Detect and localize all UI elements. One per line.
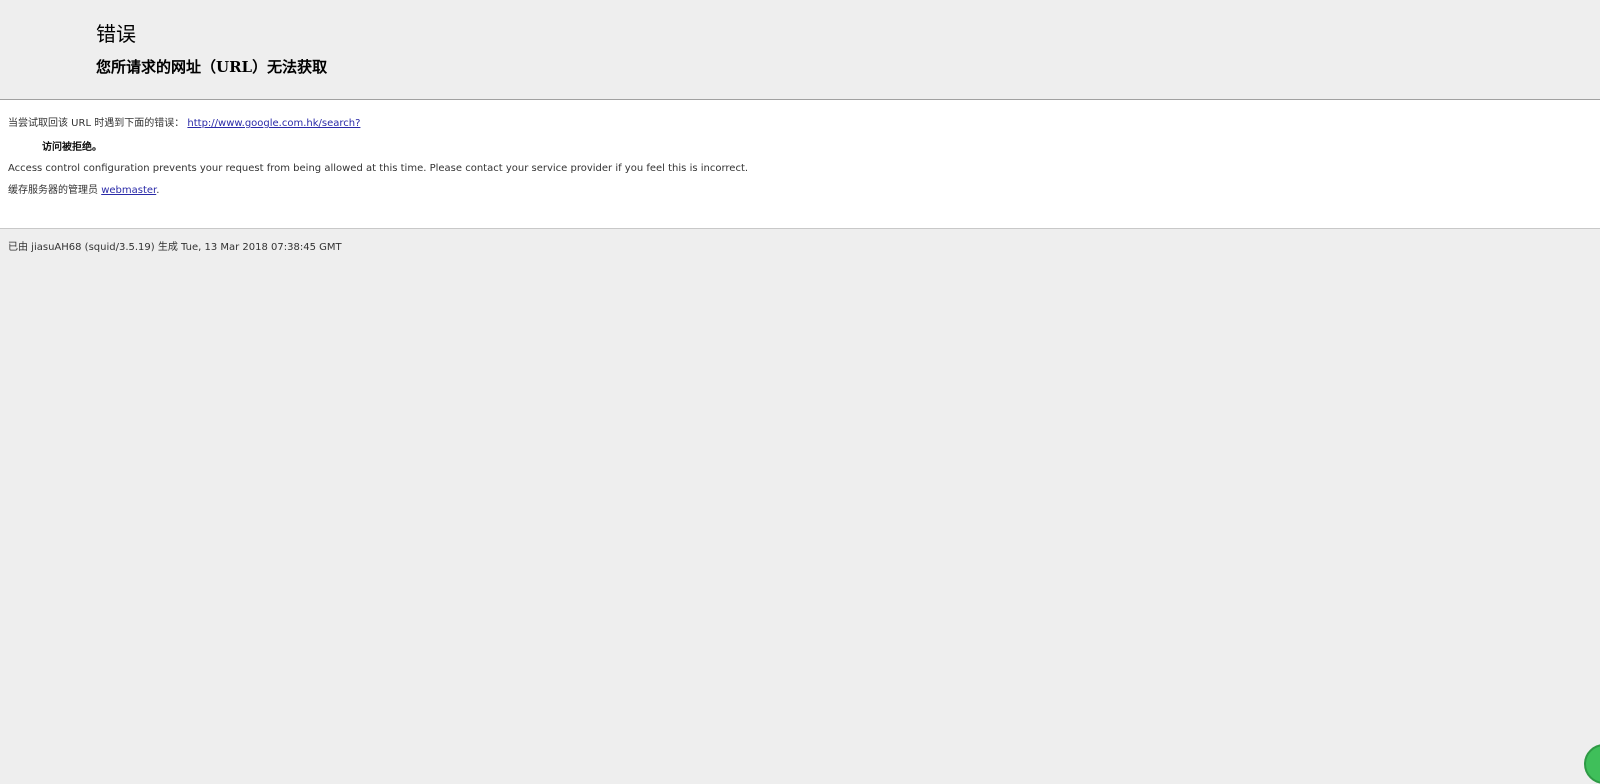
page-header: 错误 您所请求的网址（URL）无法获取 [96, 18, 327, 82]
error-intro-text: 当尝试取回该 URL 时遇到下面的错误： [8, 118, 185, 129]
admin-contact-line: 缓存服务器的管理员 webmaster. [8, 184, 159, 198]
error-content: 当尝试取回该 URL 时遇到下面的错误： http://www.google.c… [0, 99, 1600, 229]
error-title: 访问被拒绝。 [42, 142, 102, 153]
error-description: Access control configuration prevents yo… [8, 163, 749, 174]
error-intro-line: 当尝试取回该 URL 时遇到下面的错误： http://www.google.c… [8, 117, 360, 131]
admin-suffix-text: . [156, 185, 160, 196]
page-subtitle: 您所请求的网址（URL）无法获取 [96, 58, 328, 76]
footer-generated-info: 已由 jiasuAH68 (squid/3.5.19) 生成 Tue, 13 M… [8, 242, 342, 253]
admin-prefix-text: 缓存服务器的管理员 [8, 185, 102, 196]
floating-assistant-icon[interactable] [1584, 744, 1600, 784]
requested-url-link[interactable]: http://www.google.com.hk/search? [187, 118, 360, 129]
webmaster-link[interactable]: webmaster [101, 185, 156, 196]
page-title: 错误 [96, 22, 136, 46]
